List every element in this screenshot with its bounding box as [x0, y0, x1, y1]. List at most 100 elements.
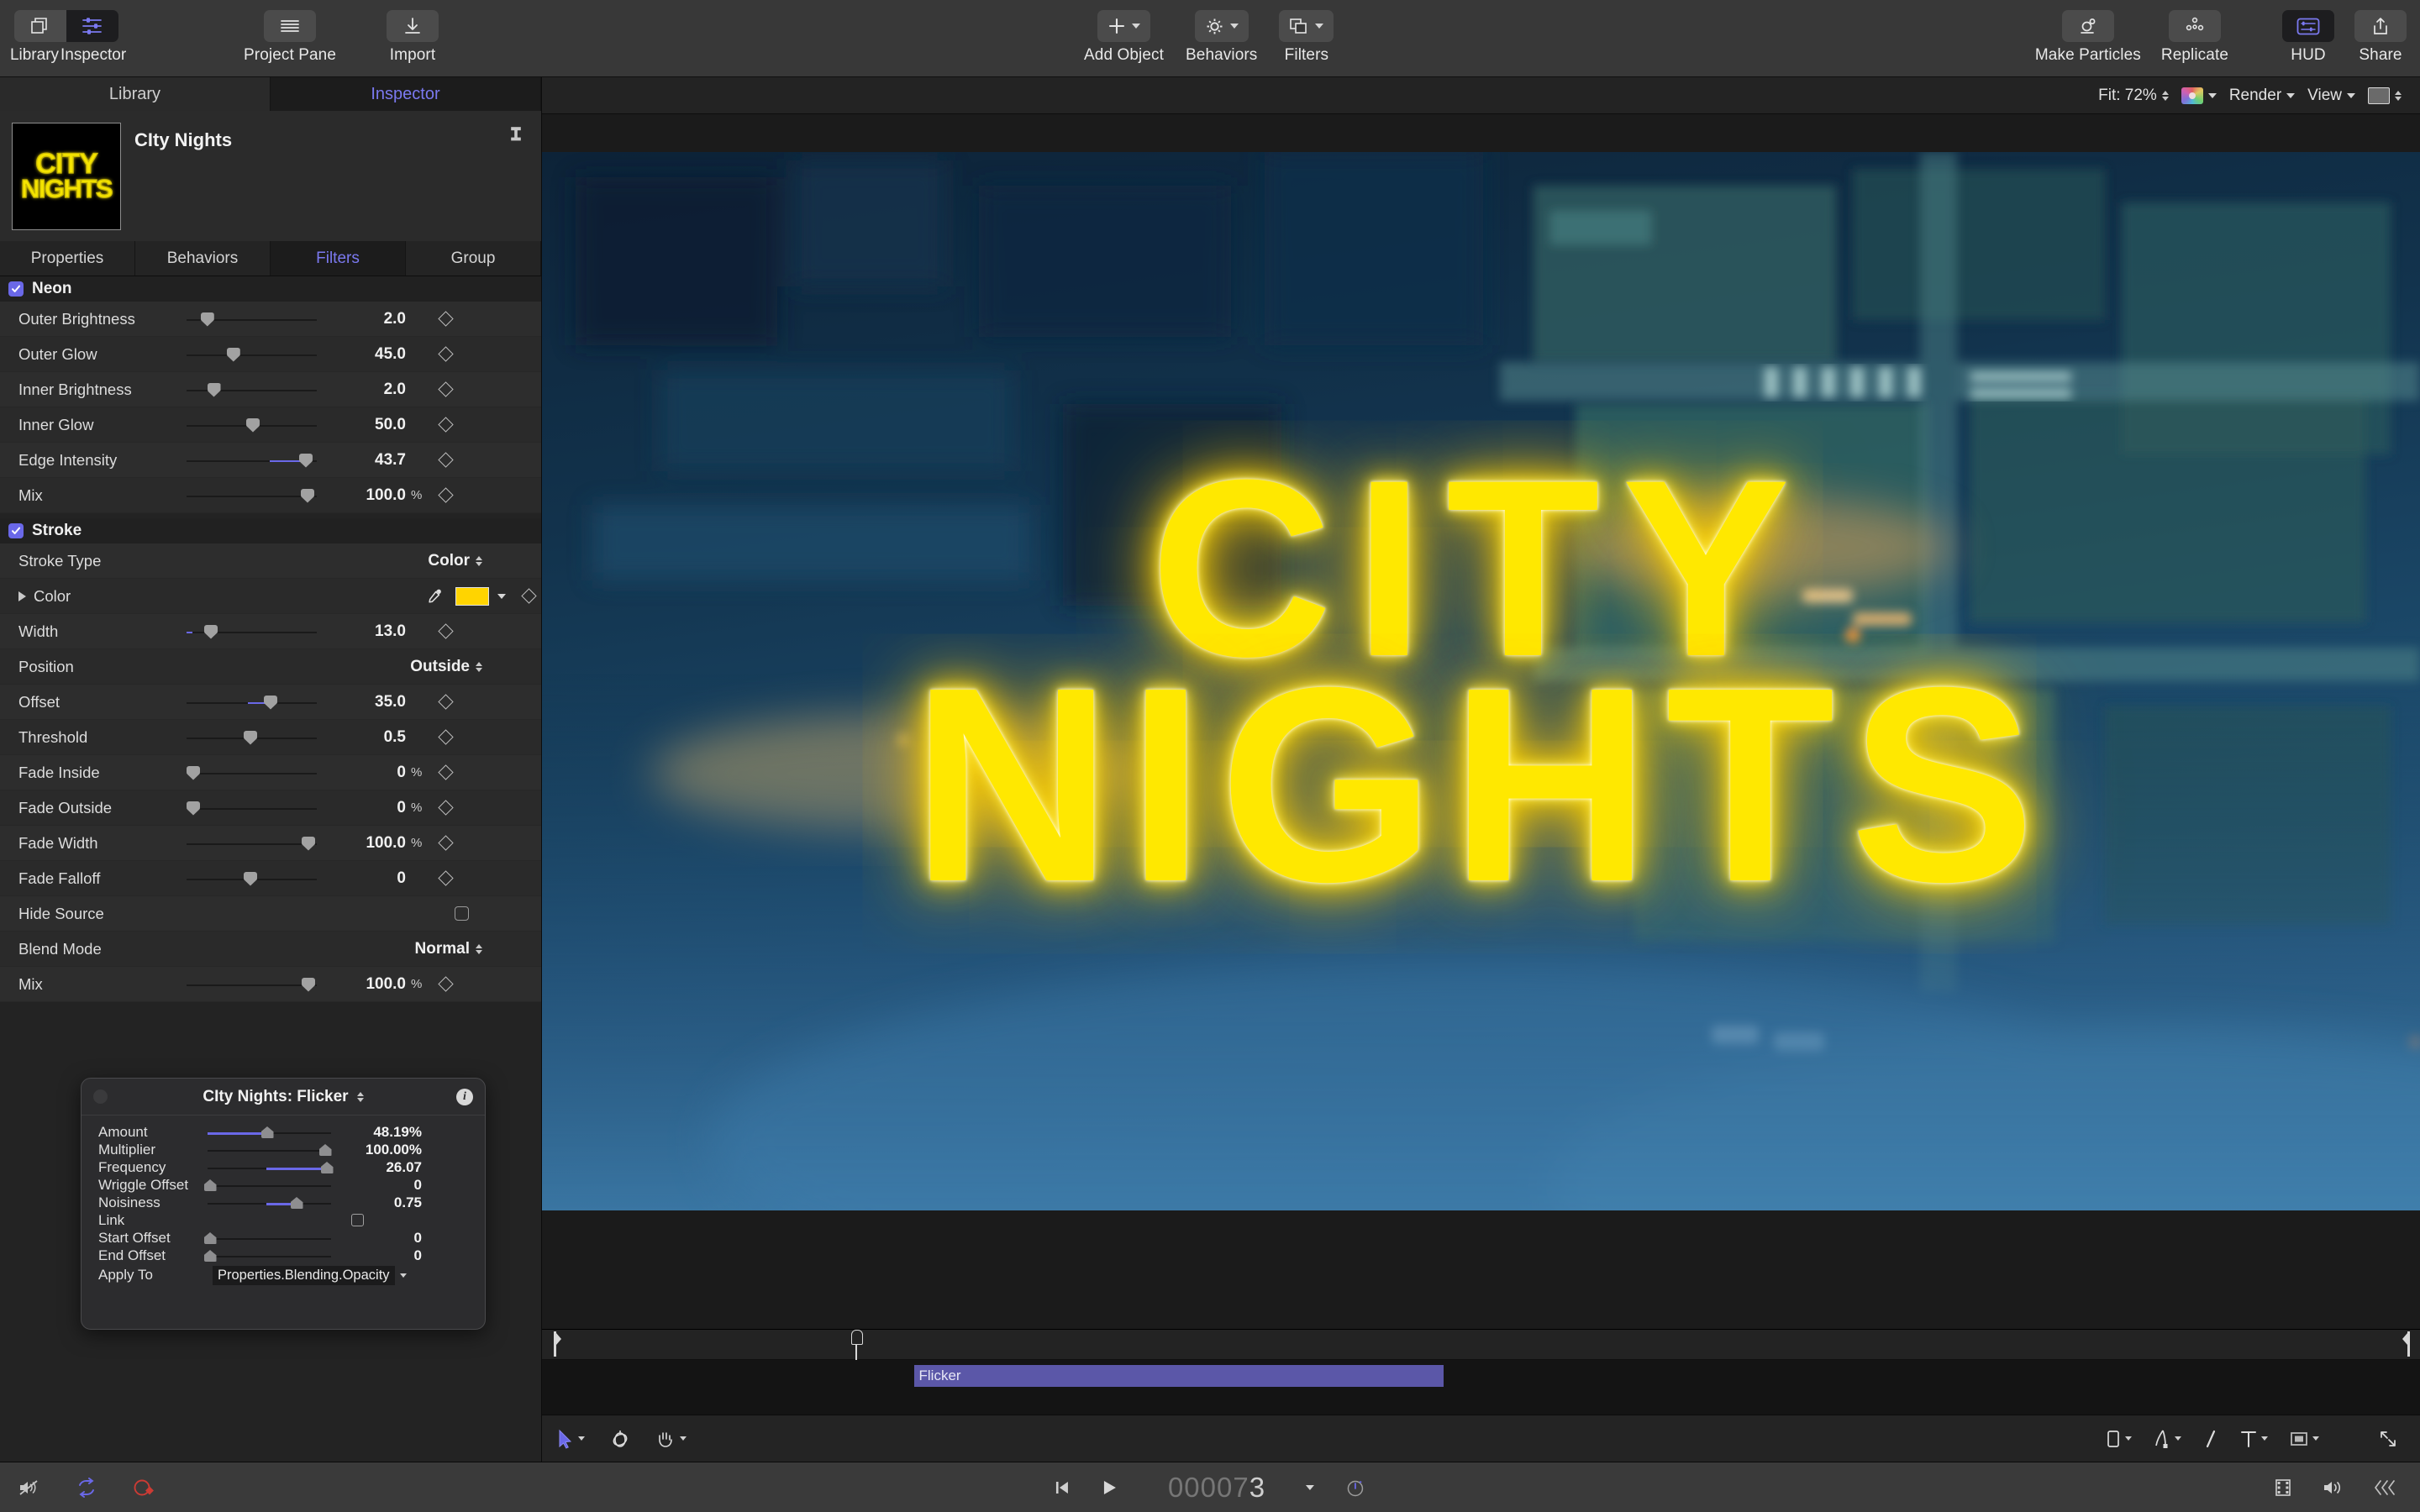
param-slider[interactable]: [187, 755, 317, 790]
hud-slider[interactable]: [208, 1158, 331, 1176]
hud-value[interactable]: 0.75: [331, 1194, 425, 1211]
hide-source-checkbox[interactable]: [455, 906, 469, 921]
param-slider[interactable]: [187, 720, 317, 755]
project-pane-button[interactable]: [264, 10, 316, 42]
keyframe-button[interactable]: [433, 490, 458, 501]
keyframe-button[interactable]: [433, 454, 458, 465]
chevron-down-icon[interactable]: [578, 1436, 585, 1441]
tab-inspector[interactable]: Inspector: [271, 77, 541, 111]
canvas-viewport[interactable]: CITY NIGHTS: [542, 114, 2420, 1329]
chevron-down-icon[interactable]: [2125, 1436, 2132, 1441]
hud-slider[interactable]: [208, 1247, 331, 1264]
eyedropper-icon[interactable]: [425, 587, 444, 606]
keyframe-button[interactable]: [433, 873, 458, 884]
library-button[interactable]: [14, 10, 66, 42]
tab-library[interactable]: Library: [0, 77, 271, 111]
film-strip-button[interactable]: [2274, 1478, 2292, 1498]
view-menu[interactable]: View: [2307, 87, 2355, 105]
stroke-enable-checkbox[interactable]: [8, 523, 24, 538]
object-thumbnail[interactable]: CITY NIGHTS: [12, 123, 121, 230]
keyframe-button[interactable]: [433, 349, 458, 360]
tab-filters[interactable]: Filters: [271, 241, 406, 276]
param-value[interactable]: 2.0: [317, 381, 411, 399]
hud-slider[interactable]: [208, 1141, 331, 1158]
tab-properties[interactable]: Properties: [0, 241, 135, 276]
add-object-button[interactable]: [1097, 10, 1150, 42]
play-button[interactable]: [1101, 1479, 1118, 1496]
timeline-track[interactable]: Flicker: [542, 1360, 2420, 1415]
param-value[interactable]: 50.0: [317, 416, 411, 434]
out-point-marker[interactable]: [2402, 1331, 2410, 1357]
select-tool[interactable]: [557, 1429, 585, 1449]
resize-handle[interactable]: [2378, 1429, 2398, 1449]
hud-value[interactable]: 0: [331, 1247, 425, 1264]
param-value[interactable]: 0: [317, 799, 411, 817]
hud-value[interactable]: 26.07: [331, 1159, 425, 1176]
in-point-marker[interactable]: [554, 1331, 562, 1357]
hud-updown-icon[interactable]: [357, 1092, 364, 1102]
hud-button[interactable]: [2282, 10, 2334, 42]
tab-group[interactable]: Group: [406, 241, 541, 276]
import-button[interactable]: [387, 10, 439, 42]
param-slider[interactable]: [187, 302, 317, 337]
link-checkbox[interactable]: [351, 1214, 364, 1226]
pin-icon[interactable]: [509, 126, 523, 144]
mask-tool[interactable]: [2154, 1429, 2181, 1449]
hud-panel[interactable]: CIty Nights: Flicker i Amount 48.19% Mul…: [81, 1078, 486, 1330]
hud-value[interactable]: 100.00%: [331, 1142, 425, 1158]
mute-button[interactable]: [18, 1478, 40, 1497]
make-particles-button[interactable]: [2062, 10, 2114, 42]
param-slider[interactable]: [187, 826, 317, 861]
param-slider[interactable]: [187, 372, 317, 407]
audio-button[interactable]: [2323, 1478, 2343, 1497]
apply-to-field[interactable]: Properties.Blending.Opacity: [213, 1266, 395, 1285]
crop-tool[interactable]: [2290, 1430, 2319, 1448]
keyframe-button[interactable]: [433, 696, 458, 707]
param-value[interactable]: 100.0: [317, 834, 411, 853]
record-keyframes-button[interactable]: [133, 1478, 155, 1498]
keyframe-button[interactable]: [433, 767, 458, 778]
keyframe-button[interactable]: [433, 419, 458, 430]
hud-close-button[interactable]: [93, 1089, 108, 1104]
zoom-level-control[interactable]: Fit: 72%: [2098, 87, 2169, 105]
line-tool[interactable]: [2203, 1429, 2218, 1449]
behaviors-button[interactable]: [1195, 10, 1249, 42]
render-menu[interactable]: Render: [2229, 87, 2295, 105]
param-value[interactable]: 43.7: [317, 451, 411, 470]
param-value[interactable]: 2.0: [317, 310, 411, 328]
view-layout-control[interactable]: [2368, 87, 2402, 104]
blend-mode-popup[interactable]: Normal: [415, 940, 482, 958]
timeline-ruler[interactable]: [542, 1330, 2420, 1360]
transform-tool[interactable]: [610, 1429, 630, 1449]
keyframe-button[interactable]: [433, 384, 458, 395]
param-slider[interactable]: [187, 685, 317, 720]
param-value[interactable]: 13.0: [317, 622, 411, 641]
neon-enable-checkbox[interactable]: [8, 281, 24, 297]
param-slider[interactable]: [187, 478, 317, 513]
chevron-down-icon[interactable]: [2312, 1436, 2319, 1441]
inspector-button[interactable]: [66, 10, 118, 42]
param-value[interactable]: 0.5: [317, 728, 411, 747]
chevron-down-icon[interactable]: [2261, 1436, 2268, 1441]
playhead[interactable]: [855, 1330, 857, 1360]
param-slider[interactable]: [187, 614, 317, 649]
param-value[interactable]: 45.0: [317, 345, 411, 364]
keyframe-button[interactable]: [433, 732, 458, 743]
share-button[interactable]: [2354, 10, 2407, 42]
text-tool[interactable]: [2240, 1429, 2268, 1449]
hud-value[interactable]: 0: [331, 1177, 425, 1194]
disclosure-triangle-icon[interactable]: [18, 591, 26, 601]
keyframe-button[interactable]: [433, 626, 458, 637]
chevron-down-icon[interactable]: [1306, 1485, 1314, 1490]
keyframe-button[interactable]: [433, 802, 458, 813]
timecode-display[interactable]: 000073: [1168, 1472, 1265, 1504]
pan-tool[interactable]: [655, 1429, 687, 1449]
keyframe-button[interactable]: [433, 313, 458, 324]
chevrons-button[interactable]: [2373, 1478, 2398, 1497]
hud-slider[interactable]: [208, 1194, 331, 1211]
loop-button[interactable]: [76, 1478, 97, 1498]
go-to-start-button[interactable]: [1054, 1479, 1071, 1496]
filters-button[interactable]: [1279, 10, 1334, 42]
param-value[interactable]: 35.0: [317, 693, 411, 711]
chevron-down-icon[interactable]: [400, 1273, 407, 1278]
